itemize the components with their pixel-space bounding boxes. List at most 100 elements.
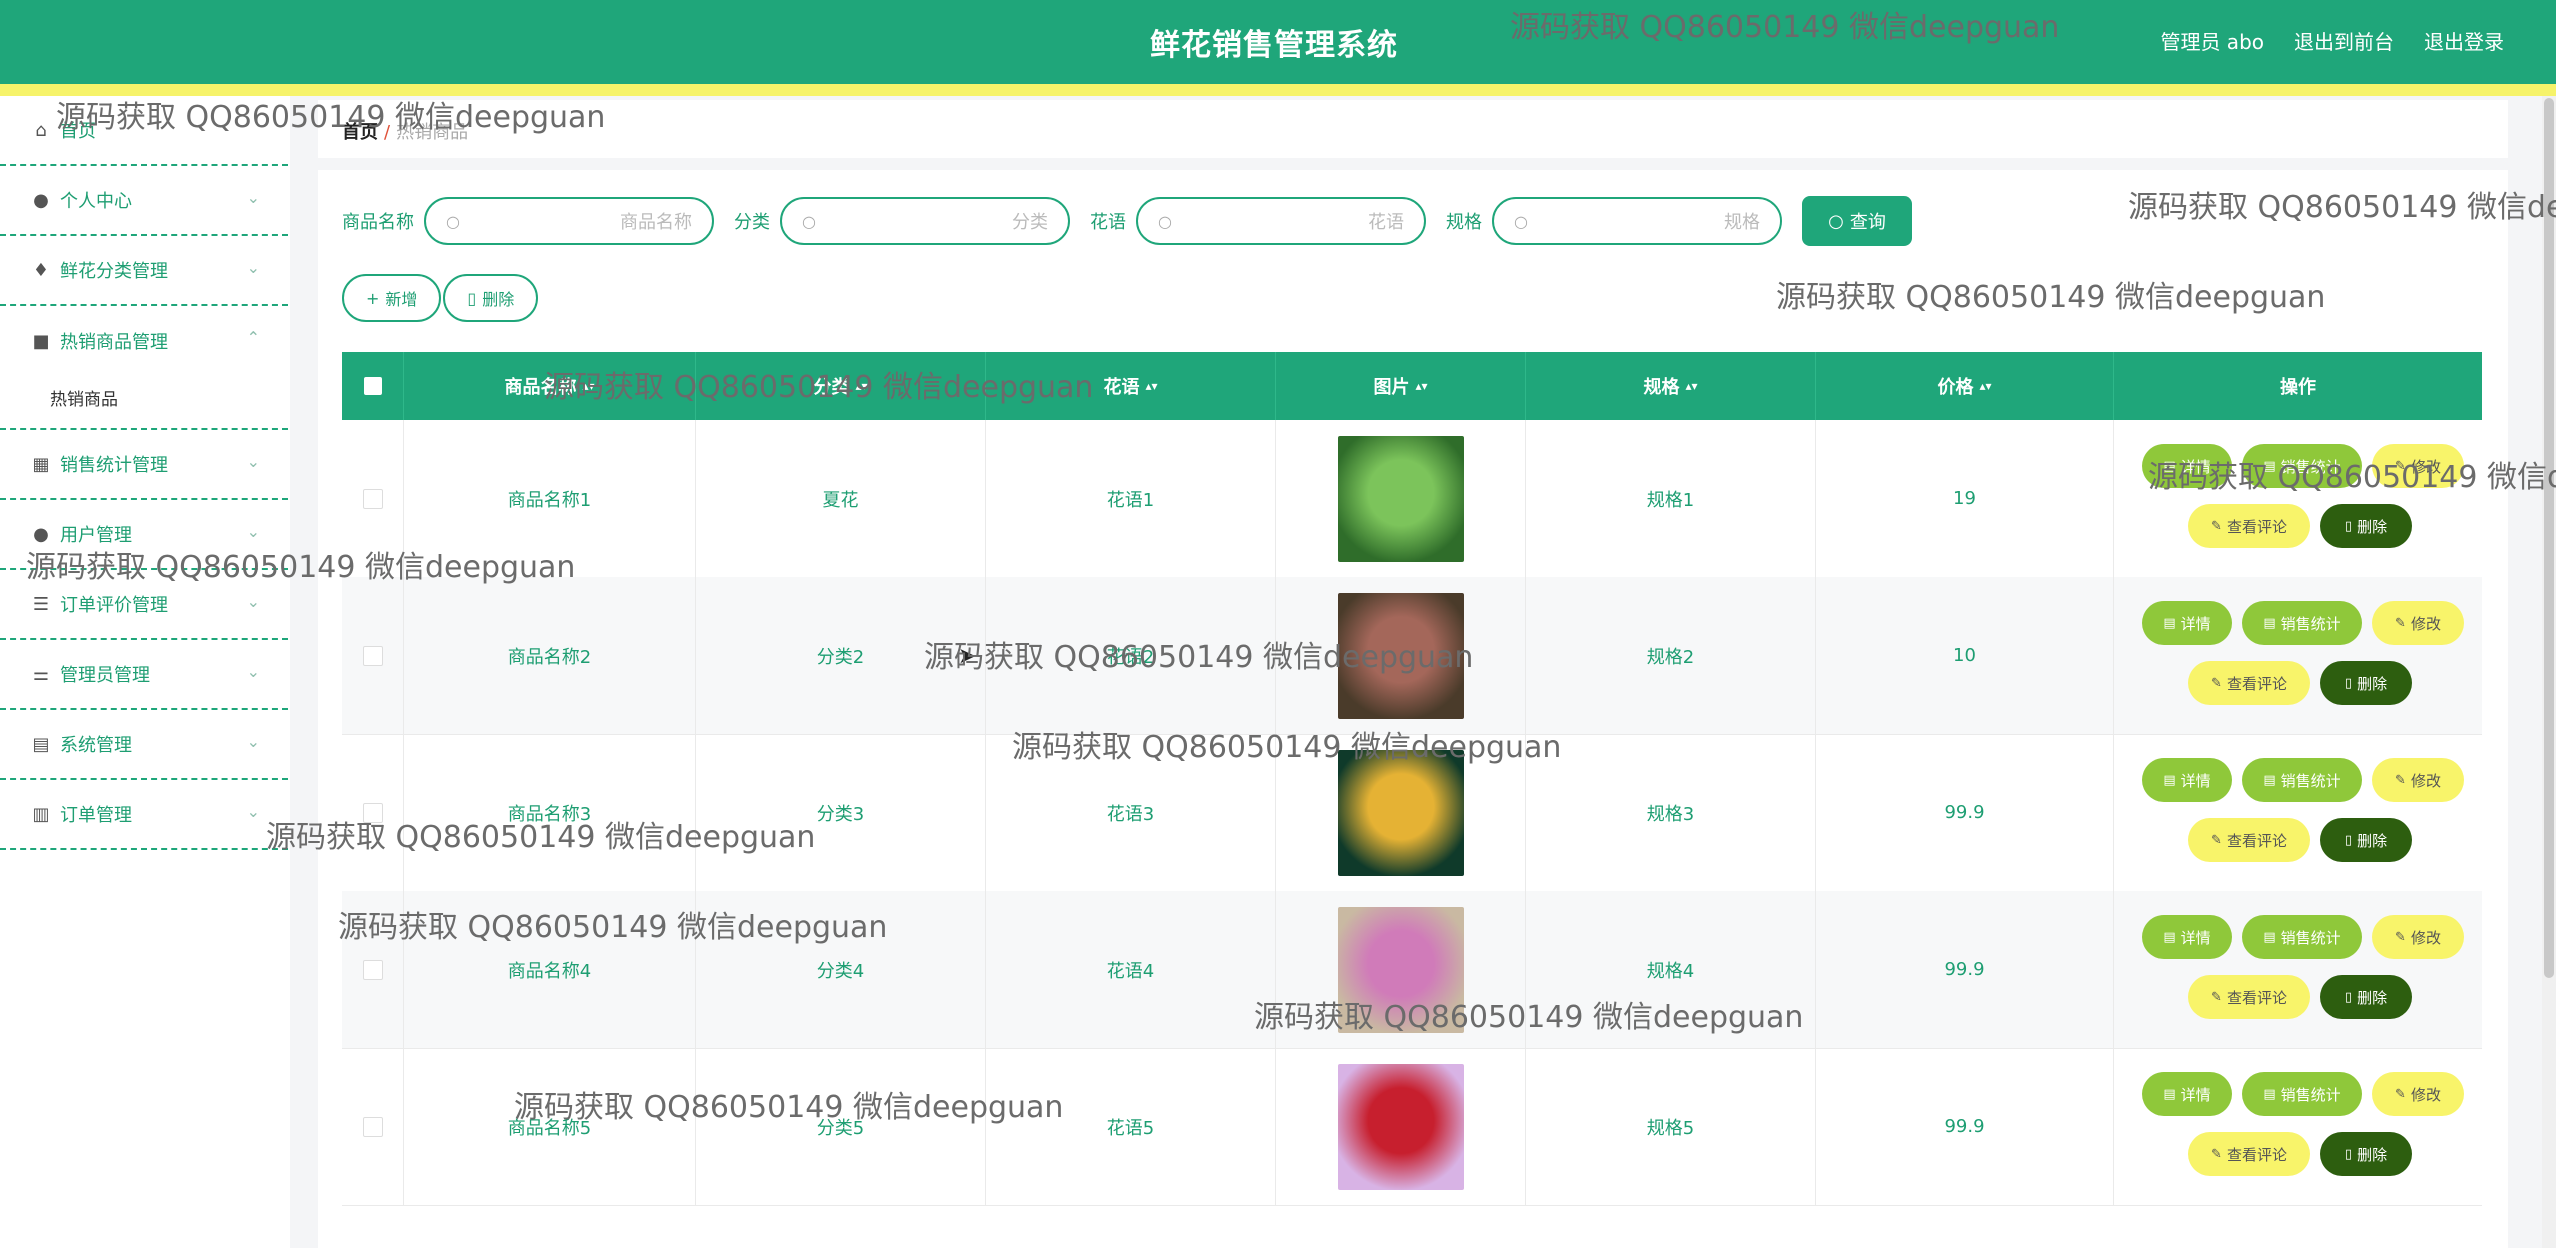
- row-checkbox[interactable]: [362, 802, 383, 823]
- view-review-button[interactable]: ✎ 查看评论: [2188, 818, 2310, 862]
- edit-button[interactable]: ✎ 修改: [2372, 601, 2464, 645]
- table-row: 商品名称5 分类5 花语5 规格5 99.9 ▤ 详情 ▤ 销售统计 ✎ 修改 ✎ 查看评论 ▯ 删除: [342, 1048, 2482, 1206]
- cell-spec: 规格4: [1526, 891, 1816, 1048]
- sales-stat-button[interactable]: ▤ 销售统计: [2242, 601, 2362, 645]
- admin-user-link[interactable]: 管理员 abo: [2160, 26, 2264, 55]
- edit-icon: ✎: [2395, 615, 2406, 631]
- product-image: [1337, 592, 1464, 719]
- search-input-name[interactable]: ○ 商品名称: [424, 197, 714, 245]
- sales-stat-button[interactable]: ▤ 销售统计: [2242, 444, 2362, 488]
- sidebar-item-profile[interactable]: ● 个人中心 ⌄: [0, 166, 288, 236]
- cell-category: 分类5: [696, 1048, 986, 1205]
- row-checkbox[interactable]: [362, 1116, 383, 1137]
- header-category[interactable]: 分类 ▴▾: [696, 352, 986, 420]
- row-delete-button[interactable]: ▯ 删除: [2320, 1132, 2412, 1176]
- row-delete-button[interactable]: ▯ 删除: [2320, 975, 2412, 1019]
- row-delete-button[interactable]: ▯ 删除: [2320, 818, 2412, 862]
- row-checkbox[interactable]: [362, 645, 383, 666]
- row-delete-button[interactable]: ▯ 删除: [2320, 661, 2412, 705]
- sales-stat-button[interactable]: ▤ 销售统计: [2242, 1072, 2362, 1116]
- chevron-down-icon: ⌄: [246, 592, 260, 611]
- detail-button[interactable]: ▤ 详情: [2142, 758, 2232, 802]
- user-icon: ●: [33, 189, 49, 211]
- detail-button[interactable]: ▤ 详情: [2142, 915, 2232, 959]
- search-input-spec[interactable]: ○ 规格: [1492, 197, 1782, 245]
- select-all-checkbox[interactable]: [363, 377, 382, 395]
- search-placeholder: 商品名称: [620, 212, 692, 233]
- scrollbar[interactable]: [2542, 96, 2556, 1248]
- view-review-button[interactable]: ✎ 查看评论: [2188, 975, 2310, 1019]
- view-review-button-label: 查看评论: [2226, 988, 2287, 1007]
- breadcrumb-home[interactable]: 首页: [342, 122, 378, 143]
- search-row: 商品名称 ○ 商品名称 分类 ○ 分类 花语 ○ 花语 规格 ○ 规格 ○ 查询: [342, 196, 1912, 246]
- sidebar-item-admins[interactable]: ⚌ 管理员管理 ⌄: [0, 640, 288, 710]
- sidebar-item-label: 热销商品管理: [60, 332, 168, 353]
- edit-button[interactable]: ✎ 修改: [2372, 1072, 2464, 1116]
- edit-button[interactable]: ✎ 修改: [2372, 915, 2464, 959]
- header-price[interactable]: 价格 ▴▾: [1816, 352, 2114, 420]
- detail-button[interactable]: ▤ 详情: [2142, 1072, 2232, 1116]
- sales-stat-button-label: 销售统计: [2280, 457, 2341, 476]
- image-cell: [1276, 734, 1526, 891]
- breadcrumb-current: 热销商品: [396, 122, 469, 143]
- cell-spec: 规格1: [1526, 420, 1816, 577]
- edit-button[interactable]: ✎ 修改: [2372, 444, 2464, 488]
- search-input-category[interactable]: ○ 分类: [780, 197, 1070, 245]
- exit-to-front-link[interactable]: 退出到前台: [2294, 26, 2394, 55]
- trash-icon: ▯: [467, 288, 477, 308]
- chevron-down-icon: ⌄: [246, 188, 260, 207]
- header-name[interactable]: 商品名称 ▴▾: [404, 352, 696, 420]
- logout-link[interactable]: 退出登录: [2424, 26, 2504, 55]
- detail-button[interactable]: ▤ 详情: [2142, 444, 2232, 488]
- header-stripe: [0, 84, 2556, 96]
- header-language[interactable]: 花语 ▴▾: [986, 352, 1276, 420]
- sidebar-item-order-reviews[interactable]: ☰ 订单评价管理 ⌄: [0, 570, 288, 640]
- sales-stat-icon: ▤: [2263, 772, 2276, 788]
- header-spec[interactable]: 规格 ▴▾: [1526, 352, 1816, 420]
- view-review-button[interactable]: ✎ 查看评论: [2188, 661, 2310, 705]
- top-bar: 鲜花销售管理系统 管理员 abo 退出到前台 退出登录: [0, 0, 2556, 84]
- sales-stat-button[interactable]: ▤ 销售统计: [2242, 915, 2362, 959]
- sidebar-item-orders[interactable]: ▥ 订单管理 ⌄: [0, 780, 288, 850]
- table-header: 商品名称 ▴▾ 分类 ▴▾ 花语 ▴▾ 图片 ▴▾ 规格 ▴▾ 价格 ▴▾ 操作: [342, 352, 2482, 420]
- view-review-button[interactable]: ✎ 查看评论: [2188, 1132, 2310, 1176]
- sort-icon: ▴▾: [1979, 379, 1992, 393]
- query-button[interactable]: ○ 查询: [1802, 196, 1912, 246]
- view-review-button[interactable]: ✎ 查看评论: [2188, 504, 2310, 548]
- sidebar-subitem-hot-products[interactable]: 热销商品: [0, 366, 288, 430]
- sidebar-item-flower-category[interactable]: ♦ 鲜花分类管理 ⌄: [0, 236, 288, 306]
- row-checkbox-cell: [342, 577, 404, 734]
- detail-button[interactable]: ▤ 详情: [2142, 601, 2232, 645]
- cell-spec: 规格3: [1526, 734, 1816, 891]
- row-checkbox[interactable]: [362, 959, 383, 980]
- sidebar-item-users[interactable]: ● 用户管理 ⌄: [0, 500, 288, 570]
- book-icon: ■: [32, 330, 50, 352]
- sidebar-item-sales-stats[interactable]: ▦ 销售统计管理 ⌄: [0, 430, 288, 500]
- home-icon: ⌂: [35, 119, 47, 141]
- sales-stat-button[interactable]: ▤ 销售统计: [2242, 758, 2362, 802]
- sidebar-item-home[interactable]: ⌂ 首页: [0, 96, 288, 166]
- cell-language: 花语4: [986, 891, 1276, 1048]
- view-review-icon: ✎: [2211, 518, 2222, 534]
- ops-cell: ▤ 详情 ▤ 销售统计 ✎ 修改 ✎ 查看评论 ▯ 删除: [2114, 1048, 2482, 1205]
- sidebar-item-system[interactable]: ▤ 系统管理 ⌄: [0, 710, 288, 780]
- scroll-thumb[interactable]: [2544, 98, 2554, 978]
- header-image[interactable]: 图片 ▴▾: [1276, 352, 1526, 420]
- header-label: 商品名称: [504, 377, 577, 398]
- grid-icon: ▦: [32, 453, 50, 475]
- delete-button[interactable]: ▯ 删除: [443, 274, 539, 322]
- row-delete-button[interactable]: ▯ 删除: [2320, 504, 2412, 548]
- edit-button[interactable]: ✎ 修改: [2372, 758, 2464, 802]
- cell-language: 花语1: [986, 420, 1276, 577]
- detail-icon: ▤: [2163, 615, 2176, 631]
- ops-cell: ▤ 详情 ▤ 销售统计 ✎ 修改 ✎ 查看评论 ▯ 删除: [2114, 734, 2482, 891]
- image-cell: [1276, 577, 1526, 734]
- add-button[interactable]: + 新增: [342, 274, 442, 322]
- row-checkbox[interactable]: [362, 488, 383, 509]
- product-image: [1337, 906, 1464, 1033]
- breadcrumb-separator: /: [384, 122, 391, 143]
- search-icon: ○: [446, 211, 460, 231]
- sidebar-item-label: 用户管理: [60, 525, 132, 546]
- row-delete-icon: ▯: [2344, 989, 2353, 1005]
- search-input-language[interactable]: ○ 花语: [1136, 197, 1426, 245]
